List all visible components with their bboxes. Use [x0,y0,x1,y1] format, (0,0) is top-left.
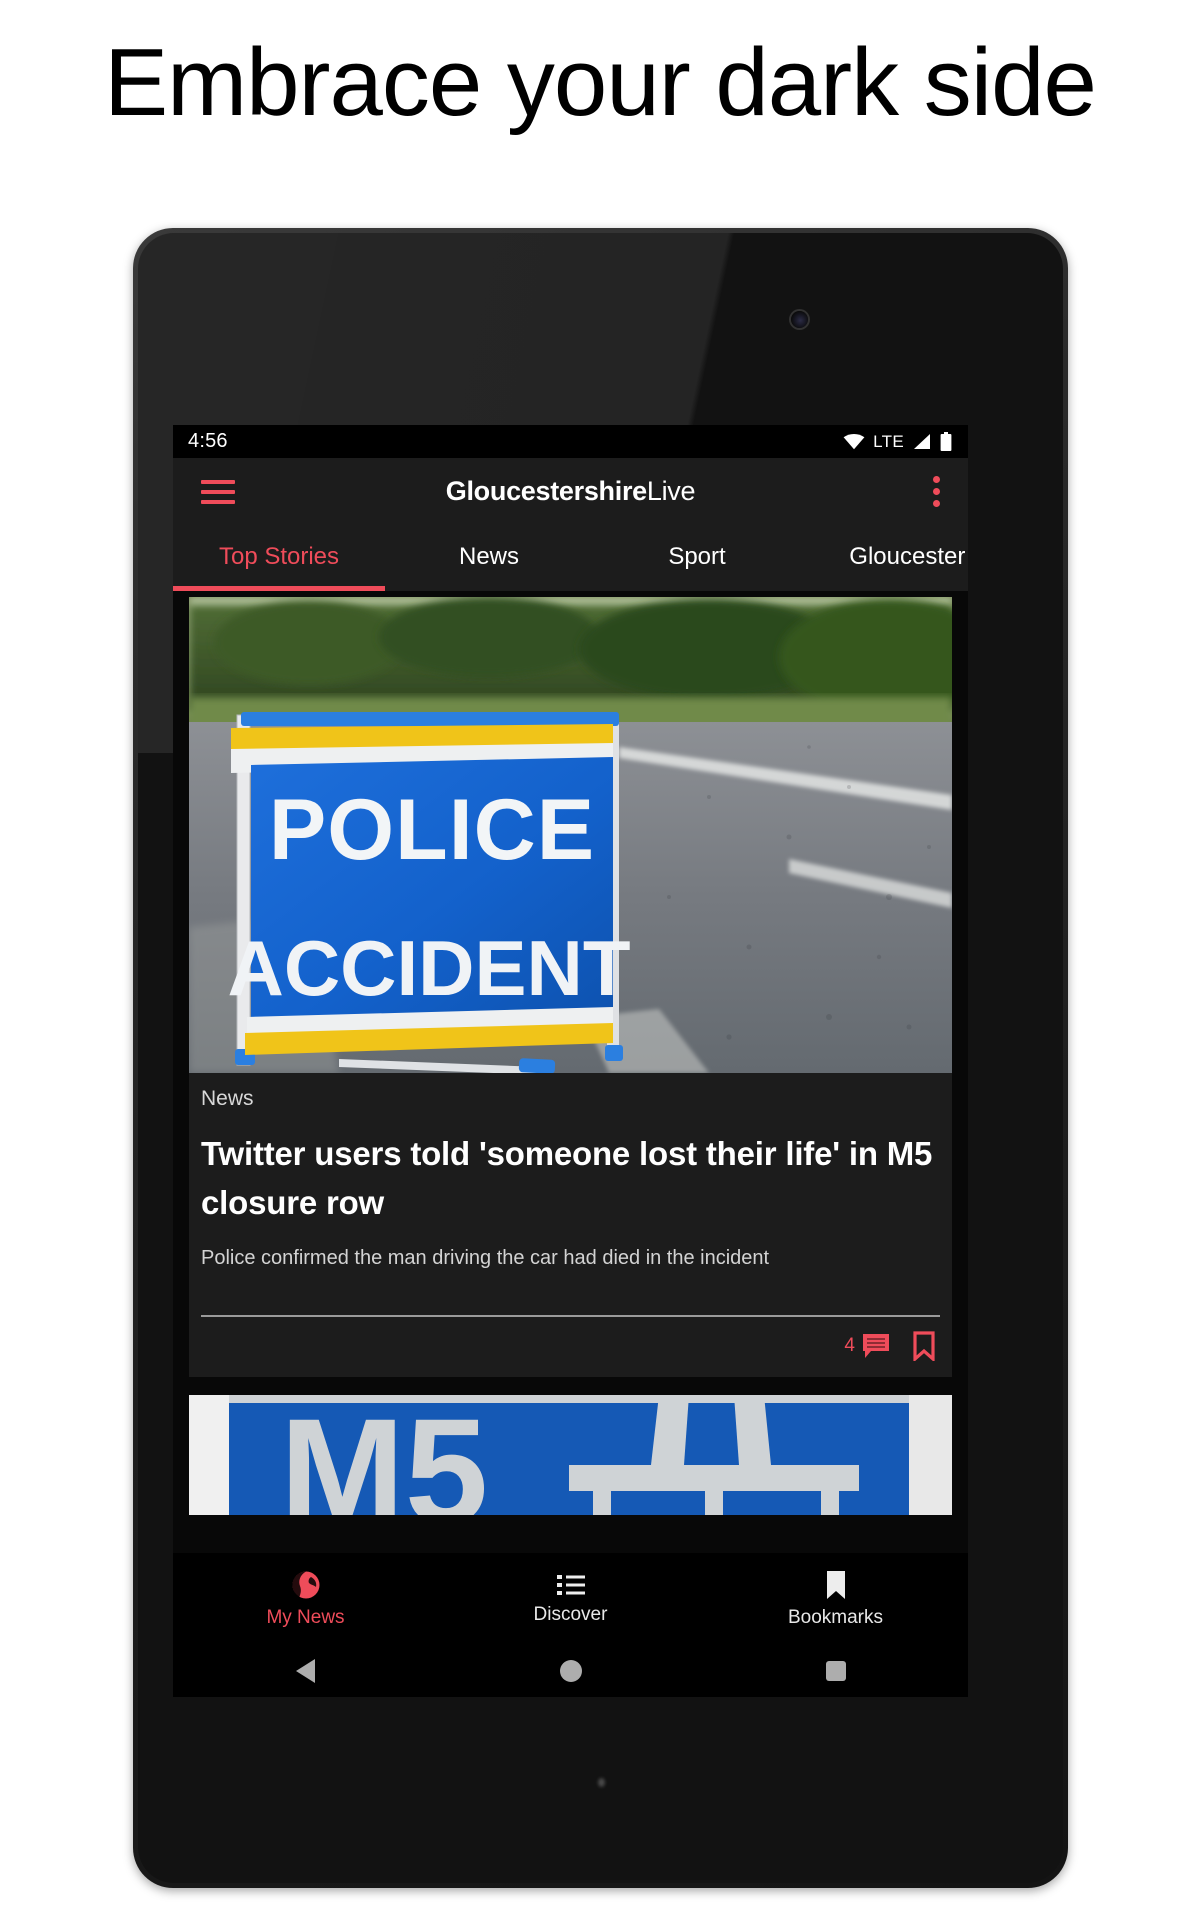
status-bar-clock: 4:56 [188,430,228,452]
article-headline[interactable]: Twitter users told 'someone lost their l… [201,1129,940,1227]
signal-icon [914,434,930,449]
tab-label: News [458,543,519,570]
m5-motorway-sign-photo: M5 [189,1395,952,1515]
tab-news[interactable]: News [385,525,593,591]
android-system-navigation-bar[interactable] [173,1645,968,1697]
triangle-back-icon [296,1659,315,1683]
nav-item-my-news[interactable]: My News [173,1570,438,1629]
list-icon [556,1574,585,1595]
nav-label: Bookmarks [787,1606,884,1628]
app-bar: GloucestershireLive [173,458,968,525]
bottom-navigation-bar[interactable]: My News Discover Bookmarks [173,1553,968,1645]
tablet-device-frame: 4:56 LTE GloucestershireLive Top Stories… [133,228,1068,1888]
sign-text-m5: M5 [280,1395,488,1515]
comment-count: 4 [844,1335,855,1356]
nav-item-bookmarks[interactable]: Bookmarks [703,1570,968,1629]
status-bar-indicators: LTE [843,432,952,452]
front-camera-icon [790,311,808,328]
recents-button[interactable] [703,1661,968,1681]
status-bar: 4:56 LTE [173,425,968,458]
tab-label: Sport [668,543,726,570]
article-hero-image: POLICE ACCIDENT [189,597,952,1073]
battery-icon [940,432,952,451]
article-feed[interactable]: POLICE ACCIDENT News Twitter users told … [173,591,968,1697]
article-category: News [201,1087,254,1110]
tab-top-stories[interactable]: Top Stories [173,525,385,591]
sign-text-accident: ACCIDENT [228,924,631,1012]
tab-label: Top Stories [218,543,340,570]
section-tab-bar[interactable]: Top Stories News Sport Gloucester Ne [173,525,968,591]
square-recents-icon [825,1661,846,1681]
comment-button[interactable]: 4 [844,1333,890,1359]
light-sensor-icon [597,1778,605,1787]
tab-gloucester-news[interactable]: Gloucester Ne [801,525,968,591]
article-summary: Police confirmed the man driving the car… [201,1247,770,1269]
hamburger-menu-icon[interactable] [201,479,235,504]
kebab-menu-icon[interactable] [933,476,940,507]
app-title-light: Live [646,476,696,506]
globe-icon [292,1571,319,1598]
bookmark-filled-icon [826,1570,845,1599]
device-screen: 4:56 LTE GloucestershireLive Top Stories… [173,425,968,1697]
police-accident-sign-photo: POLICE ACCIDENT [189,597,952,1073]
app-title-bold: Gloucestershire [445,476,647,506]
article-card[interactable]: POLICE ACCIDENT News Twitter users told … [189,597,952,1377]
sign-text-police: POLICE [269,782,595,878]
wifi-icon [843,433,865,449]
article-card[interactable]: M5 [189,1395,952,1515]
article-action-row: 4 [189,1317,952,1377]
circle-home-icon [559,1660,582,1682]
article-text-block: News Twitter users told 'someone lost th… [189,1073,952,1271]
promo-headline: Embrace your dark side [104,29,1097,136]
back-button[interactable] [173,1659,438,1683]
nav-item-discover[interactable]: Discover [438,1573,703,1626]
tab-sport[interactable]: Sport [593,525,801,591]
tab-label: Gloucester Ne [849,543,968,570]
comment-icon [863,1334,889,1358]
network-type-label: LTE [873,431,904,451]
nav-label: Discover [533,1603,608,1625]
bookmark-outline-icon[interactable] [912,1331,936,1361]
nav-label: My News [266,1606,345,1628]
app-title: GloucestershireLive [173,476,968,507]
home-button[interactable] [438,1660,703,1682]
tablet-bezel: 4:56 LTE GloucestershireLive Top Stories… [138,233,1063,1883]
